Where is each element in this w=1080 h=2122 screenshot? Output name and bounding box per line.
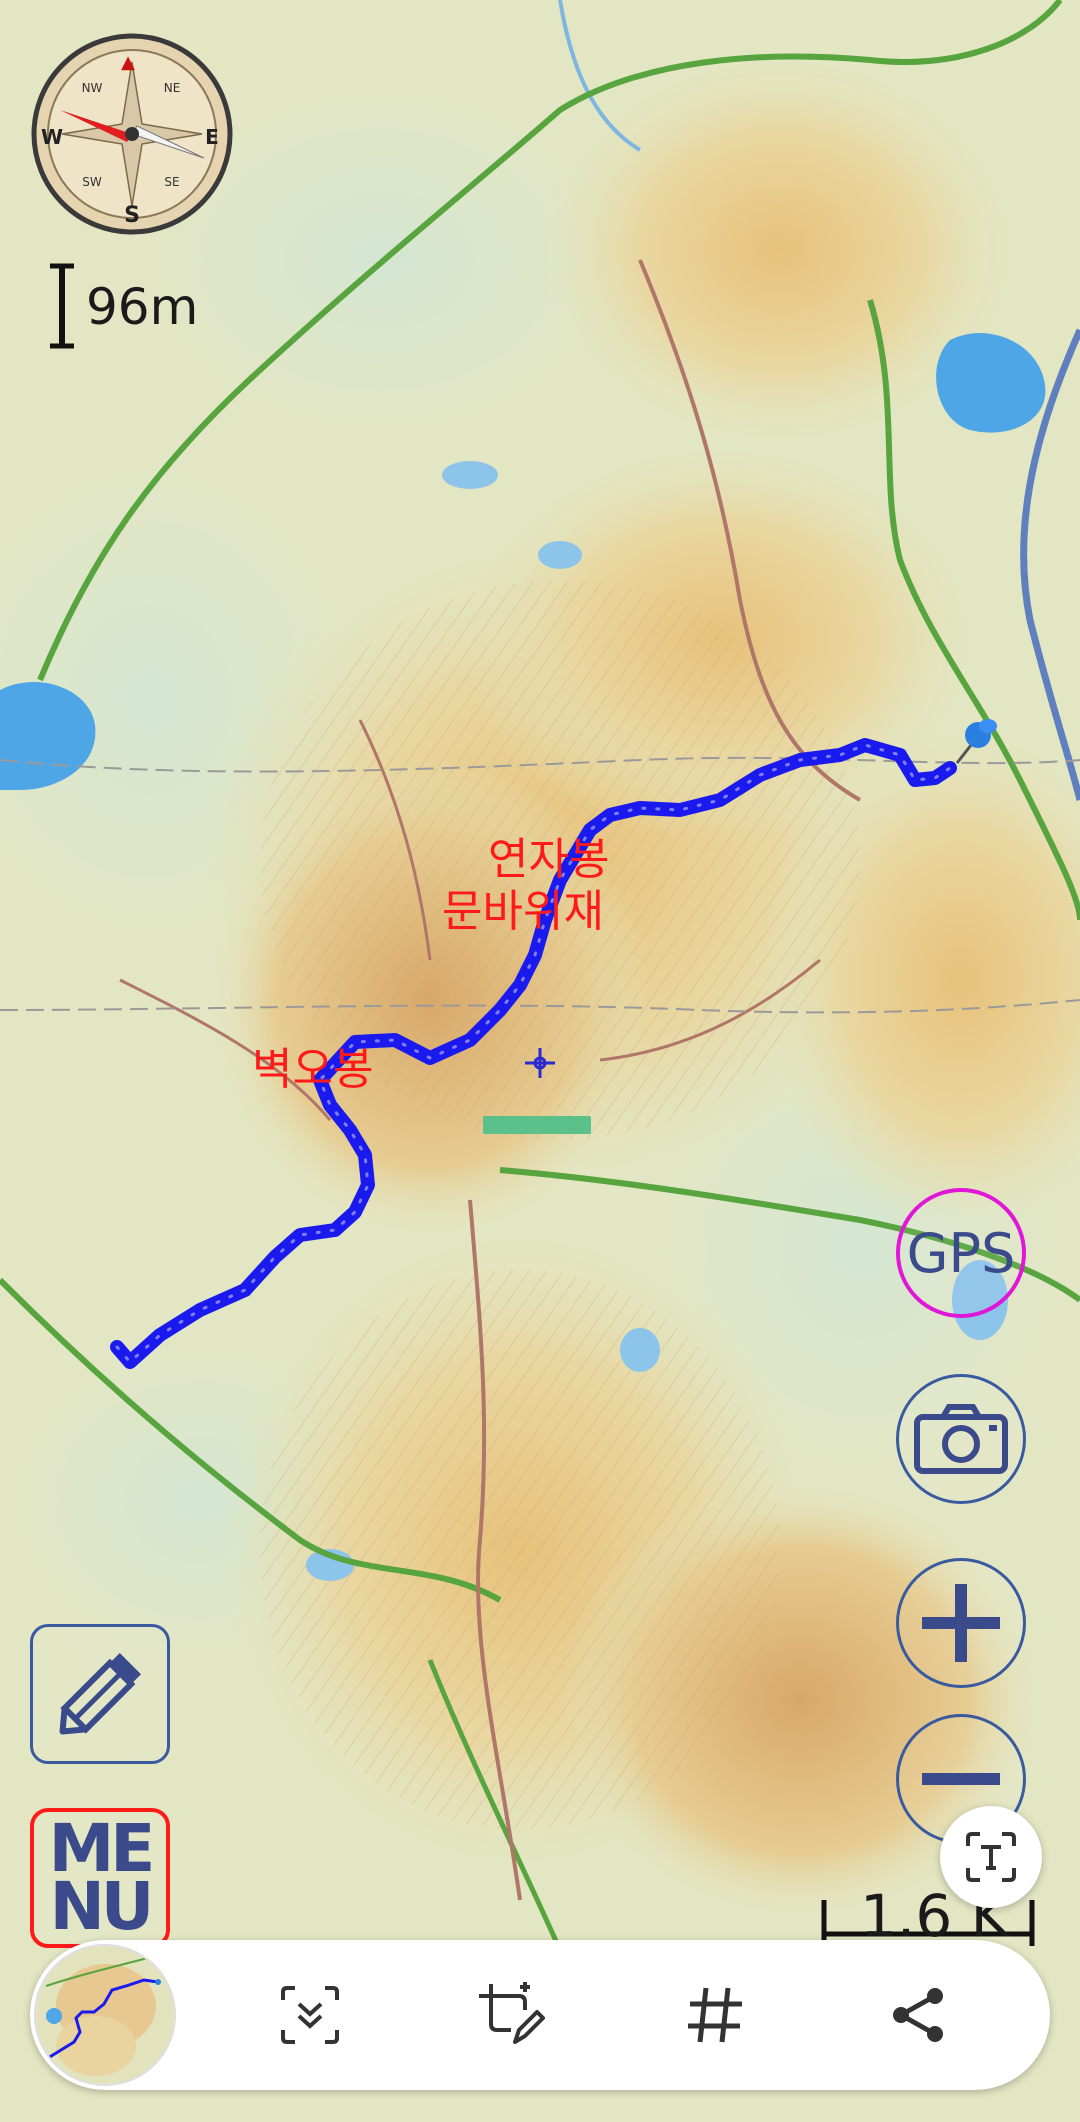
smart-select-button[interactable] bbox=[270, 1975, 350, 2055]
pass-label-munbawijae: 문바위재 bbox=[442, 886, 604, 937]
text-extract-button[interactable] bbox=[940, 1806, 1042, 1908]
compass-icon[interactable]: S ▲ W E NW NE SW SE bbox=[30, 32, 234, 236]
scale-label-top: 96m bbox=[86, 278, 199, 336]
peak-label-yeonjabong: 연자봉 bbox=[488, 834, 610, 885]
tag-button[interactable] bbox=[675, 1975, 755, 2055]
svg-text:SE: SE bbox=[164, 175, 179, 189]
gps-label: GPS bbox=[906, 1221, 1016, 1285]
svg-text:E: E bbox=[205, 125, 219, 149]
svg-text:NW: NW bbox=[82, 81, 103, 95]
plus-icon bbox=[922, 1584, 1000, 1662]
map-thumbnail-icon bbox=[36, 1946, 174, 2084]
camera-button[interactable] bbox=[896, 1374, 1026, 1504]
svg-text:SW: SW bbox=[82, 175, 102, 189]
hash-icon bbox=[688, 1987, 742, 2043]
menu-button[interactable]: ME NU bbox=[30, 1808, 170, 1948]
svg-text:S: S bbox=[124, 203, 140, 228]
edit-button[interactable] bbox=[30, 1624, 170, 1764]
svg-text:▲: ▲ bbox=[121, 52, 135, 73]
pencil-icon bbox=[59, 1652, 142, 1735]
camera-icon bbox=[914, 1404, 1008, 1474]
zoom-in-button[interactable] bbox=[896, 1558, 1026, 1688]
share-icon bbox=[893, 1988, 943, 2042]
text-extract-icon bbox=[966, 1832, 1016, 1882]
menu-label-line2: NU bbox=[49, 1868, 155, 1945]
peak-label-byeokobong: 벽오봉 bbox=[252, 1044, 374, 1095]
svg-text:NE: NE bbox=[164, 81, 181, 95]
screenshot-action-bar bbox=[30, 1940, 1050, 2090]
scan-select-icon bbox=[281, 1986, 339, 2044]
crop-edit-icon bbox=[479, 1982, 545, 2044]
scale-bar-top: 96m bbox=[48, 262, 238, 352]
share-button[interactable] bbox=[878, 1975, 958, 2055]
svg-text:W: W bbox=[41, 125, 63, 149]
gps-button[interactable]: GPS bbox=[896, 1188, 1026, 1318]
screenshot-thumbnail[interactable] bbox=[34, 1944, 176, 2086]
crop-edit-button[interactable] bbox=[470, 1975, 550, 2055]
